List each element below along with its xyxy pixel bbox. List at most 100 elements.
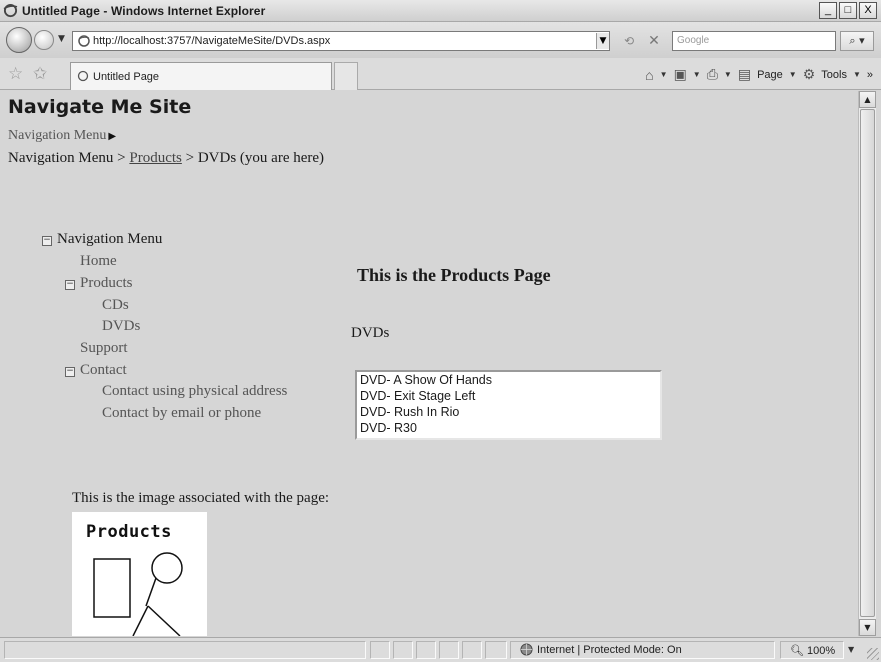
menu-expand-arrow-icon[interactable]: ▶ — [108, 131, 116, 142]
feeds-icon[interactable]: ▣ — [674, 66, 687, 83]
list-item[interactable]: DVD- Exit Stage Left — [360, 389, 475, 403]
tools-menu-button[interactable]: Tools — [821, 69, 847, 81]
tree-node-contact-email[interactable]: Contact by email or phone — [102, 405, 261, 422]
page-dropdown-icon[interactable]: ▼ — [789, 70, 797, 79]
dvds-label: DVDs — [351, 325, 390, 341]
forward-button[interactable] — [34, 30, 54, 50]
status-bar: Internet | Protected Mode: On 🔍︎ 100% ▼ — [0, 637, 881, 662]
breadcrumb: Navigation Menu > Products > DVDs (you a… — [8, 150, 324, 167]
tree-node-products[interactable]: − Products — [65, 275, 133, 292]
page-menu-button[interactable]: Page — [757, 69, 783, 81]
print-icon[interactable]: ⎙ — [707, 66, 718, 83]
tree-node-contact-physical[interactable]: Contact using physical address — [102, 383, 287, 400]
tree-node-dvds[interactable]: DVDs — [102, 318, 140, 335]
status-panel — [370, 641, 390, 659]
status-message-panel — [4, 641, 366, 659]
favorites-star-icon[interactable]: ☆ — [8, 64, 23, 84]
tools-dropdown-icon[interactable]: ▼ — [853, 70, 861, 79]
more-commands-icon[interactable]: » — [867, 69, 873, 81]
window-title: Untitled Page - Windows Internet Explore… — [22, 4, 266, 18]
tree-label-contact[interactable]: Contact — [80, 362, 127, 378]
address-url[interactable]: http://localhost:3757/NavigateMeSite/DVD… — [93, 35, 330, 47]
security-zone-label[interactable]: Internet | Protected Mode: On — [537, 644, 682, 656]
status-panel — [462, 641, 482, 659]
status-panel — [439, 641, 459, 659]
search-placeholder: Google — [677, 35, 710, 46]
breadcrumb-root: Navigation Menu — [8, 150, 114, 166]
refresh-icon[interactable]: ⟲ — [618, 31, 640, 51]
home-icon[interactable]: ⌂ — [645, 67, 653, 83]
breadcrumb-separator: > — [181, 150, 198, 166]
list-item[interactable]: DVD- Rush In Rio — [360, 405, 459, 419]
page-menu-icon: ▤ — [737, 66, 752, 82]
maximize-button[interactable]: □ — [839, 2, 857, 19]
address-toolbar: ▼ http://localhost:3757/NavigateMeSite/D… — [0, 22, 881, 58]
scroll-thumb[interactable] — [860, 109, 875, 617]
scroll-up-arrow-icon[interactable]: ▲ — [859, 91, 876, 108]
vertical-scrollbar[interactable]: ▲ ▼ — [858, 91, 876, 636]
tab-label: Untitled Page — [93, 71, 160, 83]
command-bar: ⌂ ▼ ▣ ▼ ⎙ ▼ ▤ Page ▼ ⚙ Tools ▼ » — [645, 66, 873, 83]
address-dropdown-icon[interactable]: ▼ — [596, 33, 609, 49]
status-panel — [485, 641, 507, 659]
page-heading: This is the Products Page — [357, 265, 551, 285]
status-panel — [416, 641, 436, 659]
status-panel — [393, 641, 413, 659]
recent-pages-dropdown-icon[interactable]: ▼ — [58, 34, 65, 44]
list-item[interactable]: DVD- A Show Of Hands — [360, 373, 492, 387]
home-dropdown-icon[interactable]: ▼ — [660, 70, 668, 79]
resize-grip-icon[interactable] — [867, 648, 879, 660]
products-drawing — [93, 552, 183, 636]
zoom-level[interactable]: 🔍︎ 100% — [790, 644, 835, 657]
collapse-icon[interactable]: − — [65, 367, 75, 377]
tree-label-contact-physical[interactable]: Contact using physical address — [102, 383, 287, 399]
tree-label-support[interactable]: Support — [80, 340, 128, 356]
feeds-dropdown-icon[interactable]: ▼ — [693, 70, 701, 79]
page-viewport: Navigate Me Site Navigation Menu ▶ Naviga… — [6, 91, 858, 636]
collapse-icon[interactable]: − — [42, 236, 52, 246]
tools-gear-icon: ⚙ — [802, 66, 816, 82]
dvd-listbox[interactable]: DVD- A Show Of Hands DVD- Exit Stage Lef… — [355, 370, 662, 440]
tree-node-root[interactable]: − Navigation Menu — [42, 231, 162, 248]
image-caption: This is the image associated with the pa… — [72, 490, 330, 506]
products-image: Products — [72, 512, 207, 636]
tree-label-home[interactable]: Home — [80, 253, 117, 269]
list-item[interactable]: DVD- R30 — [360, 421, 417, 435]
scroll-down-arrow-icon[interactable]: ▼ — [859, 619, 876, 636]
breadcrumb-link-products[interactable]: Products — [129, 150, 182, 166]
tree-label-products[interactable]: Products — [80, 275, 133, 291]
page-icon — [78, 35, 90, 47]
search-icon[interactable]: ⌕ ▾ — [840, 31, 874, 51]
search-input[interactable]: Google — [672, 31, 836, 51]
tree-label-contact-email[interactable]: Contact by email or phone — [102, 405, 261, 421]
tree-label-dvds[interactable]: DVDs — [102, 318, 140, 334]
tree-node-support[interactable]: Support — [80, 340, 128, 357]
internet-globe-icon — [520, 643, 533, 656]
breadcrumb-separator: > — [113, 150, 130, 166]
tree-node-home[interactable]: Home — [80, 253, 117, 270]
tree-node-cds[interactable]: CDs — [102, 297, 129, 314]
address-field[interactable]: http://localhost:3757/NavigateMeSite/DVD… — [72, 31, 610, 51]
zoom-value[interactable]: 100% — [807, 645, 835, 657]
close-button[interactable]: X — [859, 2, 877, 19]
breadcrumb-current: DVDs (you are here) — [197, 150, 325, 166]
window-controls: _ □ X — [819, 2, 877, 19]
menu-root-item[interactable]: Navigation Menu ▶ — [8, 128, 116, 144]
new-tab-button[interactable] — [334, 62, 358, 90]
title-bar: Untitled Page - Windows Internet Explore… — [0, 0, 881, 22]
add-favorites-icon[interactable]: ✩ — [33, 64, 47, 84]
stop-icon[interactable]: ✕ — [643, 31, 665, 51]
print-dropdown-icon[interactable]: ▼ — [724, 70, 732, 79]
tab-bar: ☆ ✩ Untitled Page ⌂ ▼ ▣ ▼ ⎙ ▼ ▤ Page ▼ ⚙… — [0, 58, 881, 90]
zoom-dropdown-icon[interactable]: ▼ — [848, 645, 854, 654]
back-button[interactable] — [6, 27, 32, 53]
tree-label-root[interactable]: Navigation Menu — [57, 231, 162, 247]
tree-label-cds[interactable]: CDs — [102, 297, 129, 313]
menu-root-label[interactable]: Navigation Menu — [8, 128, 106, 143]
collapse-icon[interactable]: − — [65, 280, 75, 290]
ie-logo-icon — [3, 3, 18, 18]
tree-node-contact[interactable]: − Contact — [65, 362, 127, 379]
tab-untitled-page[interactable]: Untitled Page — [70, 62, 332, 90]
minimize-button[interactable]: _ — [819, 2, 837, 19]
tab-page-icon — [77, 70, 89, 82]
